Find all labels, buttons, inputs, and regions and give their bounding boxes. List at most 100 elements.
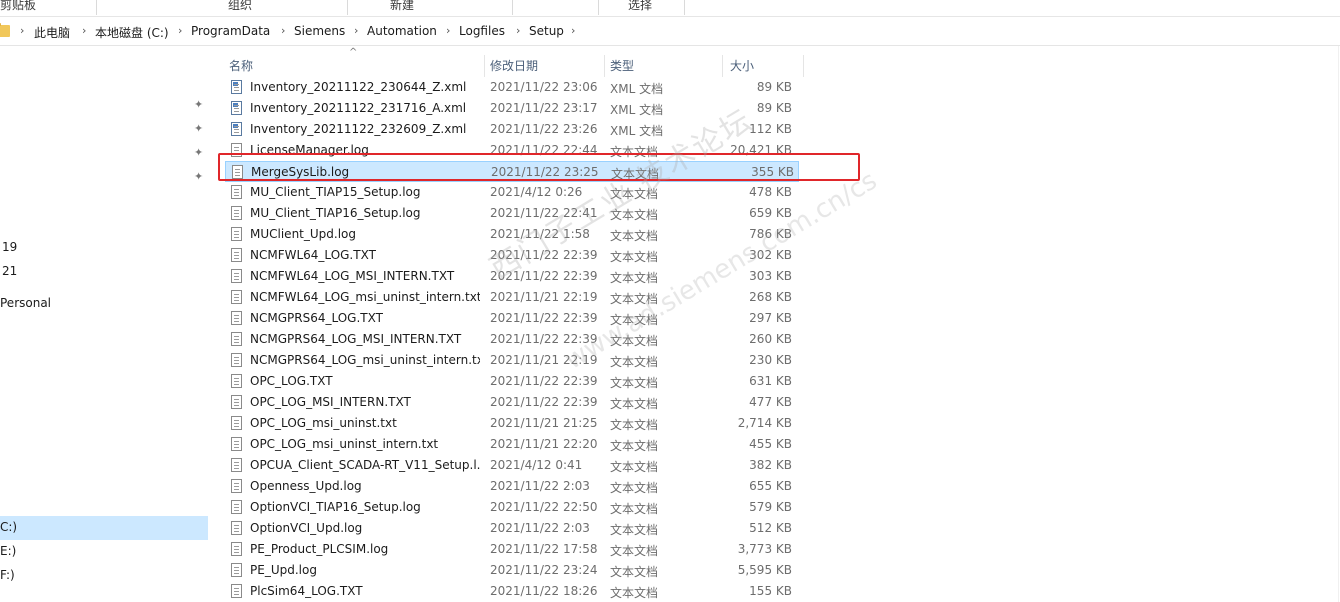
nav-item-selected-bg[interactable] xyxy=(0,516,208,540)
column-divider[interactable] xyxy=(604,55,605,77)
file-size: 478 KB xyxy=(749,185,792,199)
pin-icon[interactable]: ✦ xyxy=(194,122,206,135)
file-date: 2021/11/22 22:39 xyxy=(490,311,598,325)
breadcrumb-setup[interactable]: Setup xyxy=(529,24,564,38)
nav-item-drive-c[interactable]: C:) xyxy=(0,520,17,534)
column-divider[interactable] xyxy=(722,55,723,77)
column-size-header[interactable]: 大小 xyxy=(730,57,754,74)
nav-item-19[interactable]: 19 xyxy=(2,240,17,254)
file-date: 2021/11/21 22:20 xyxy=(490,437,598,451)
file-row[interactable]: OptionVCI_TIAP16_Setup.log 2021/11/22 22:… xyxy=(222,497,800,518)
file-row[interactable]: NCMGPRS64_LOG_MSI_INTERN.TXT 2021/11/22 2… xyxy=(222,329,800,350)
file-type: 文本文档 xyxy=(610,586,659,600)
file-date: 2021/11/22 22:39 xyxy=(490,248,598,262)
nav-item-21[interactable]: 21 xyxy=(2,264,17,278)
column-date-header[interactable]: 修改日期 xyxy=(490,57,538,74)
pin-icon[interactable]: ✦ xyxy=(194,170,206,183)
breadcrumb-automation[interactable]: Automation xyxy=(367,24,437,38)
text-file-icon xyxy=(231,185,242,199)
breadcrumb[interactable]: › 此电脑 › 本地磁盘 (C:) › ProgramData › Siemen… xyxy=(0,20,1340,44)
file-type: 文本文档 xyxy=(610,355,659,369)
file-row[interactable]: NCMFWL64_LOG.TXT 2021/11/22 22:39 文本文档 302 … xyxy=(222,245,800,266)
breadcrumb-local-disk[interactable]: 本地磁盘 (C:) xyxy=(95,24,169,41)
text-file-icon xyxy=(231,374,242,388)
column-header: 名称 修改日期 类型 大小 xyxy=(222,55,804,77)
file-row[interactable]: OPC_LOG.TXT 2021/11/22 22:39 文本文档 631 KB xyxy=(222,371,800,392)
column-name-header[interactable]: 名称 xyxy=(229,57,253,74)
nav-item-drive-e[interactable]: E:) xyxy=(0,544,16,558)
file-row[interactable]: Inventory_20211122_231716_A.xml 2021/11/2… xyxy=(222,98,800,119)
file-row[interactable]: MUClient_Upd.log 2021/11/22 1:58 文本文档 786 K… xyxy=(222,224,800,245)
column-type-header[interactable]: 类型 xyxy=(610,57,634,74)
breadcrumb-logfiles[interactable]: Logfiles xyxy=(459,24,505,38)
file-type: 文本文档 xyxy=(610,229,659,243)
file-type: 文本文档 xyxy=(610,523,659,537)
nav-item-drive-f[interactable]: F:) xyxy=(0,568,15,582)
text-file-icon xyxy=(231,311,242,325)
file-row[interactable]: OPC_LOG_MSI_INTERN.TXT 2021/11/22 22:39 文本… xyxy=(222,392,800,413)
column-divider[interactable] xyxy=(803,55,804,77)
file-name: OptionVCI_Upd.log xyxy=(250,521,363,535)
file-name: NCMFWL64_LOG_msi_uninst_intern.txt xyxy=(250,290,480,304)
file-row[interactable]: NCMFWL64_LOG_msi_uninst_intern.txt 2021/1… xyxy=(222,287,800,308)
address-bar[interactable]: › 此电脑 › 本地磁盘 (C:) › ProgramData › Siemen… xyxy=(0,19,1340,46)
file-row[interactable]: Inventory_20211122_232609_Z.xml 2021/11/2… xyxy=(222,119,800,140)
file-name: PE_Upd.log xyxy=(250,563,317,577)
file-row[interactable]: PE_Upd.log 2021/11/22 23:24 文本文档 5,595 KB xyxy=(222,560,800,581)
pin-icon[interactable]: ✦ xyxy=(194,98,206,111)
file-row[interactable]: NCMGPRS64_LOG_msi_uninst_intern.txt 2021/… xyxy=(222,350,800,371)
chevron-right-icon[interactable]: › xyxy=(20,24,24,37)
file-row[interactable]: NCMFWL64_LOG_MSI_INTERN.TXT 2021/11/22 22… xyxy=(222,266,800,287)
file-type: 文本文档 xyxy=(610,439,659,453)
file-date: 2021/11/21 22:19 xyxy=(490,353,598,367)
folder-icon xyxy=(0,23,10,37)
file-size: 230 KB xyxy=(749,353,792,367)
file-row[interactable]: OPCUA_Client_SCADA-RT_V11_Setup.l... 2021… xyxy=(222,455,800,476)
file-row[interactable]: OPC_LOG_msi_uninst.txt 2021/11/21 21:25 文本… xyxy=(222,413,800,434)
column-divider[interactable] xyxy=(484,55,485,77)
chevron-right-icon[interactable]: › xyxy=(516,24,520,37)
chevron-right-icon[interactable]: › xyxy=(178,24,182,37)
chevron-right-icon[interactable]: › xyxy=(354,24,358,37)
ribbon-separator xyxy=(347,0,348,15)
breadcrumb-siemens[interactable]: Siemens xyxy=(294,24,345,38)
file-row[interactable]: OptionVCI_Upd.log 2021/11/22 2:03 文本文档 512 … xyxy=(222,518,800,539)
breadcrumb-programdata[interactable]: ProgramData xyxy=(191,24,270,38)
file-name: OPC_LOG_msi_uninst_intern.txt xyxy=(250,437,439,451)
file-row[interactable]: PE_Product_PLCSIM.log 2021/11/22 17:58 文本文… xyxy=(222,539,800,560)
text-file-icon xyxy=(231,290,242,304)
pin-icon[interactable]: ✦ xyxy=(194,146,206,159)
file-row[interactable]: Inventory_20211122_230644_Z.xml 2021/11/2… xyxy=(222,77,800,98)
ribbon-separator xyxy=(96,0,97,15)
chevron-right-icon[interactable]: › xyxy=(571,24,575,37)
file-size: 303 KB xyxy=(749,269,792,283)
nav-item-personal[interactable]: Personal xyxy=(0,296,51,310)
file-row[interactable]: Openness_Upd.log 2021/11/22 2:03 文本文档 655 K… xyxy=(222,476,800,497)
file-type: 文本文档 xyxy=(610,376,659,390)
breadcrumb-this-pc[interactable]: 此电脑 xyxy=(34,24,70,41)
file-date: 2021/11/22 22:39 xyxy=(490,374,598,388)
file-date: 2021/11/22 22:39 xyxy=(490,395,598,409)
file-size: 455 KB xyxy=(749,437,792,451)
chevron-right-icon[interactable]: › xyxy=(82,24,86,37)
chevron-right-icon[interactable]: › xyxy=(446,24,450,37)
file-type: 文本文档 xyxy=(610,481,659,495)
file-type: 文本文档 xyxy=(610,208,659,222)
file-row[interactable]: NCMGPRS64_LOG.TXT 2021/11/22 22:39 文本文档 297… xyxy=(222,308,800,329)
text-file-icon xyxy=(231,458,242,472)
file-date: 2021/11/22 23:06 xyxy=(490,80,598,94)
file-size: 631 KB xyxy=(749,374,792,388)
file-name: OPCUA_Client_SCADA-RT_V11_Setup.l... xyxy=(250,458,480,472)
file-name: Inventory_20211122_231716_A.xml xyxy=(250,101,467,115)
file-date: 2021/11/22 2:03 xyxy=(490,479,590,493)
file-row[interactable]: MU_Client_TIAP15_Setup.log 2021/4/12 0:26… xyxy=(222,182,800,203)
file-size: 2,714 KB xyxy=(737,416,792,430)
chevron-right-icon[interactable]: › xyxy=(281,24,285,37)
file-row[interactable]: PlcSim64_LOG.TXT 2021/11/22 18:26 文本文档 155 … xyxy=(222,581,800,602)
file-type: 文本文档 xyxy=(610,418,659,432)
file-row[interactable]: OPC_LOG_msi_uninst_intern.txt 2021/11/21 … xyxy=(222,434,800,455)
file-size: 659 KB xyxy=(749,206,792,220)
xml-file-icon xyxy=(231,101,242,115)
text-file-icon xyxy=(231,479,242,493)
file-row[interactable]: MU_Client_TIAP16_Setup.log 2021/11/22 22:… xyxy=(222,203,800,224)
